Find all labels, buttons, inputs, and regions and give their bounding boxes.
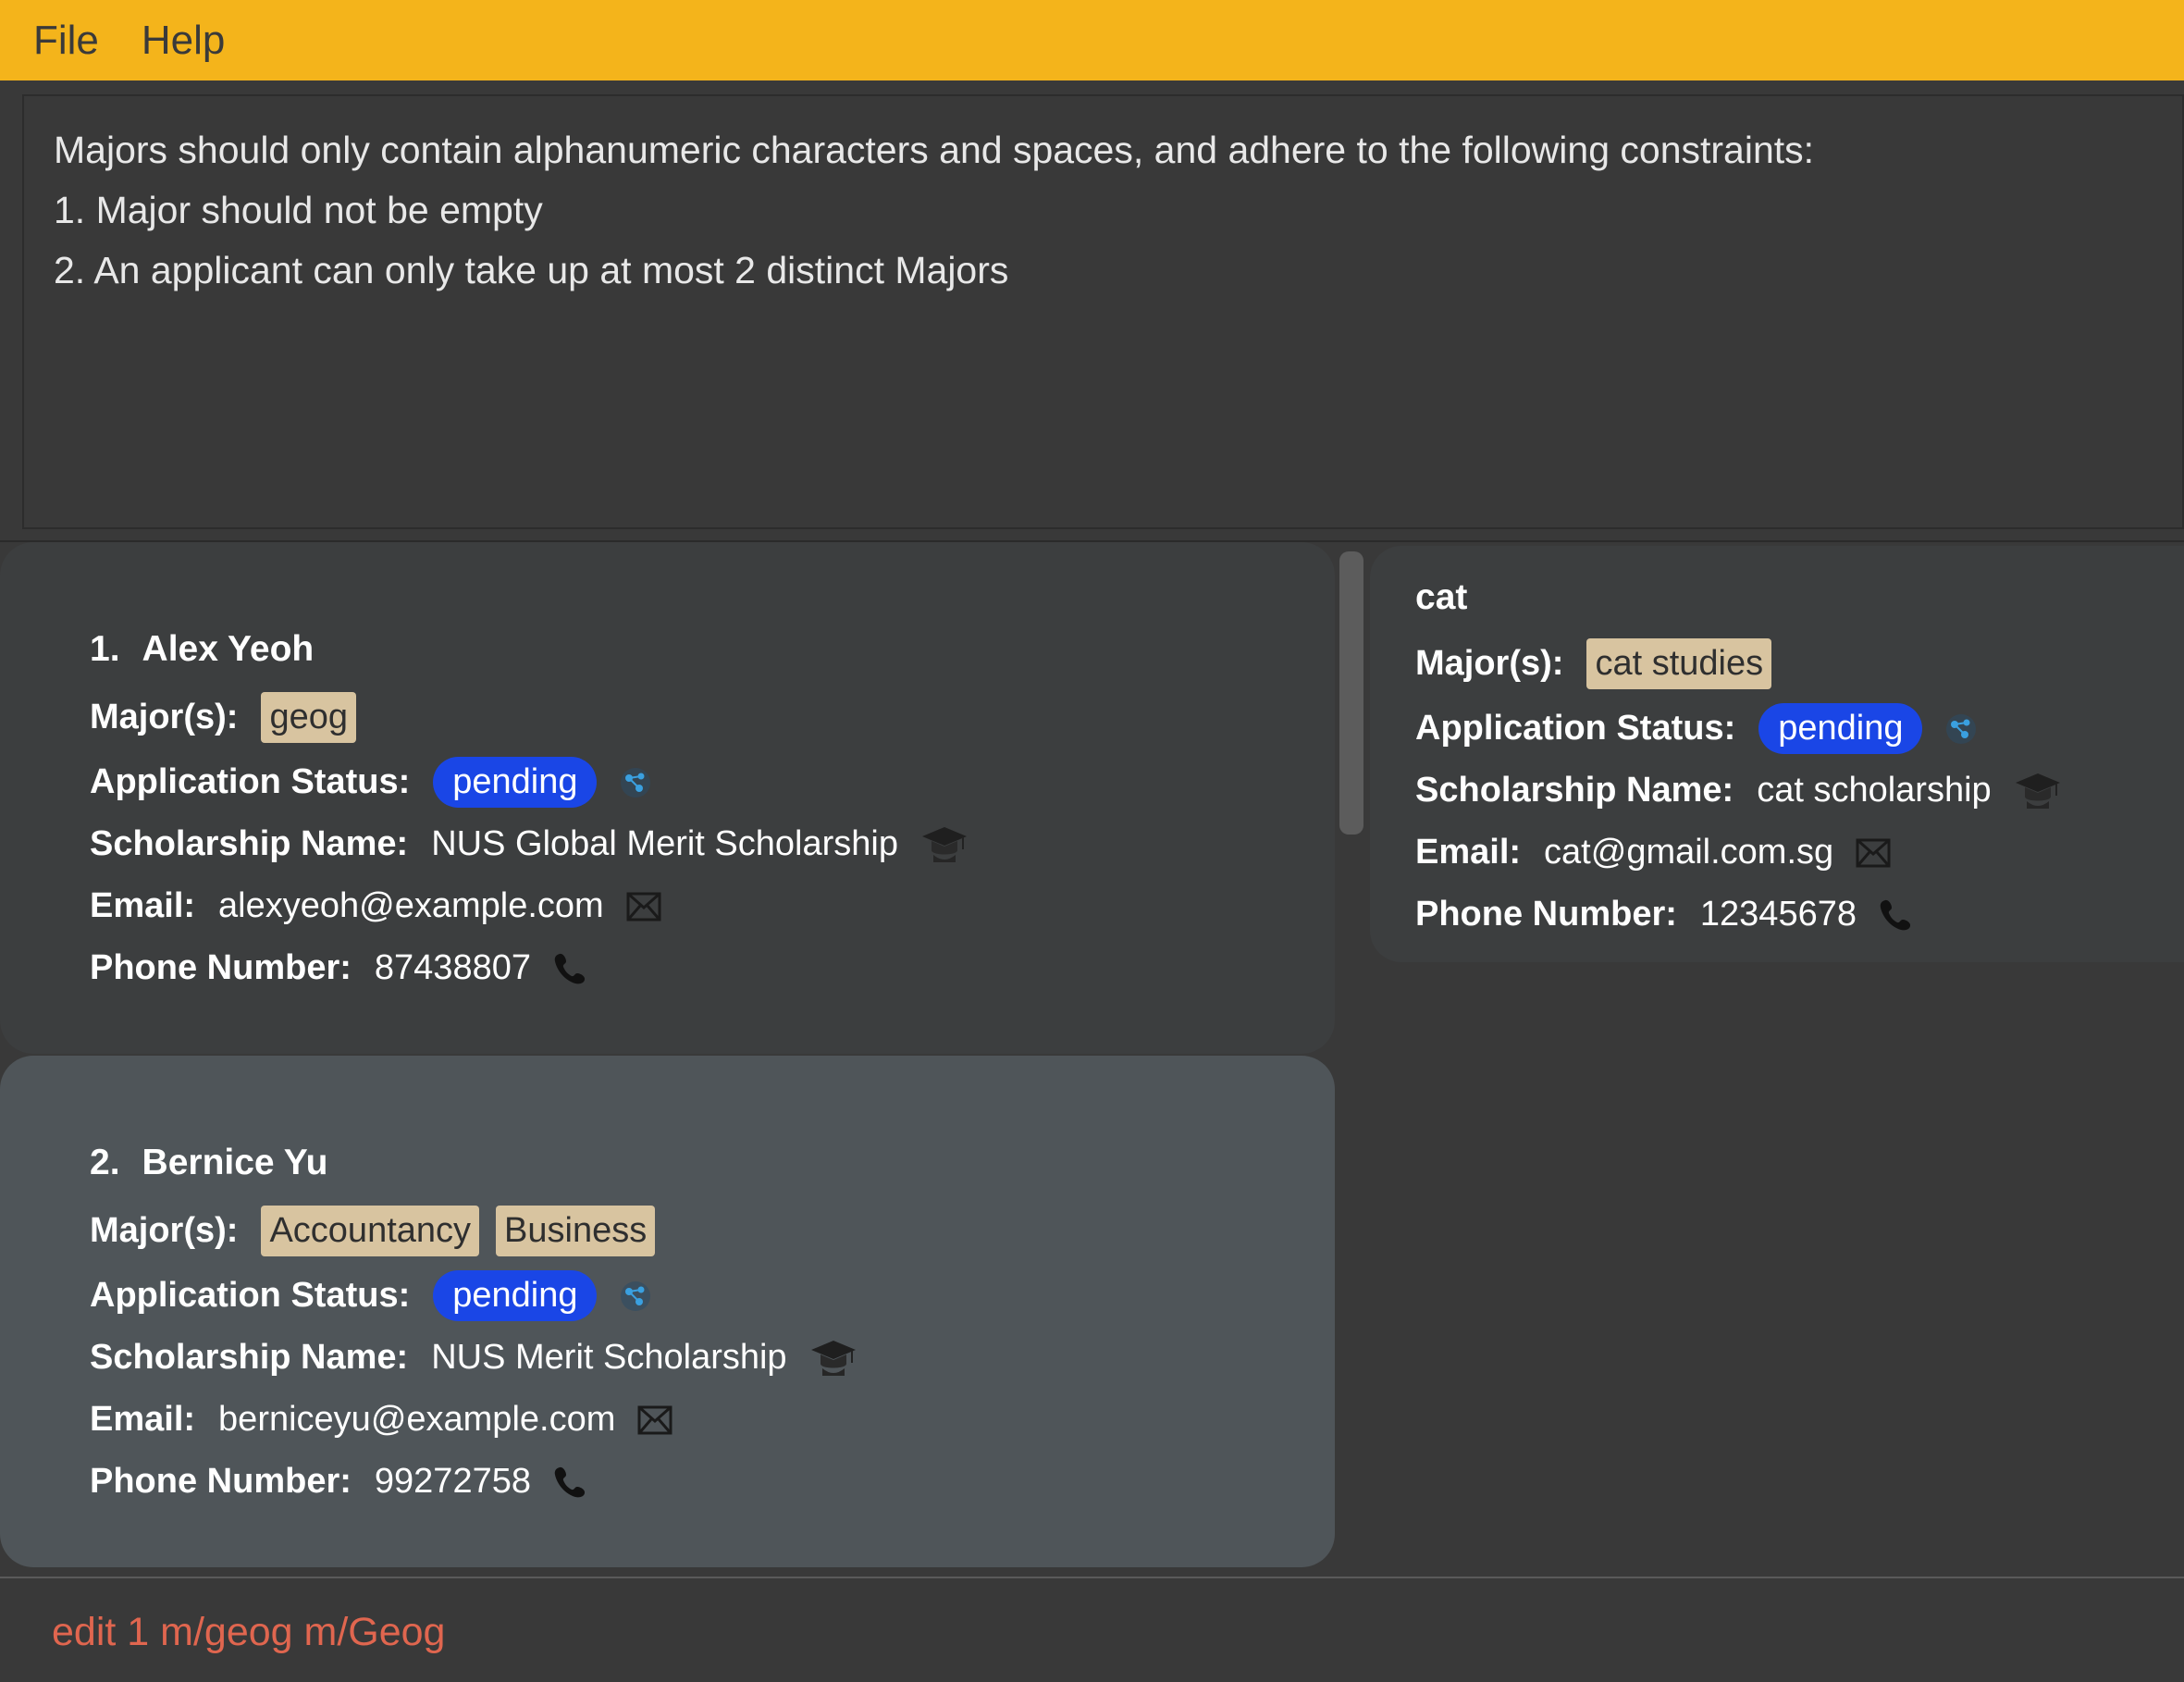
major-label: Major(s): <box>1415 643 1564 683</box>
major-tag: Accountancy <box>261 1205 480 1256</box>
result-line: 2. An applicant can only take up at most… <box>54 249 1009 291</box>
network-nodes-icon <box>619 766 652 799</box>
phone-icon <box>553 951 586 986</box>
envelope-icon <box>626 891 661 922</box>
scholarship-value: NUS Global Merit Scholarship <box>431 824 898 863</box>
major-row: Major(s): cat studies <box>1415 629 2184 698</box>
command-text: edit 1 m/geog m/Geog <box>52 1610 446 1654</box>
email-value: berniceyu@example.com <box>218 1400 616 1439</box>
graduation-cap-icon <box>920 822 969 868</box>
list-scrollbar[interactable] <box>1339 551 1363 835</box>
scholarship-label: Scholarship Name: <box>90 824 409 863</box>
applicant-card[interactable]: 2. Bernice Yu Major(s): Accountancy Busi… <box>0 1056 1335 1567</box>
status-label: Application Status: <box>90 1276 411 1315</box>
major-tag: cat studies <box>1586 637 1772 689</box>
email-value: alexyeoh@example.com <box>218 886 604 925</box>
email-label: Email: <box>90 1400 196 1439</box>
status-label: Application Status: <box>90 762 411 801</box>
command-input[interactable]: edit 1 m/geog m/Geog <box>22 1588 2184 1682</box>
phone-value: 99272758 <box>374 1462 531 1501</box>
phone-value: 12345678 <box>1699 895 1857 934</box>
applicant-list: 1. Alex Yeoh Major(s): geog Application … <box>0 542 1335 1573</box>
phone-label: Phone Number: <box>1415 895 1677 934</box>
scholarship-label: Scholarship Name: <box>90 1338 409 1377</box>
major-label: Major(s): <box>90 697 239 736</box>
major-row: Major(s): geog <box>90 683 1335 751</box>
applicant-index: 2. <box>90 1143 120 1182</box>
result-line: 1. Major should not be empty <box>54 189 543 231</box>
graduation-cap-icon <box>2014 768 2062 814</box>
scholarship-label: Scholarship Name: <box>1415 771 1734 810</box>
phone-row: Phone Number: 87438807 <box>90 937 1335 999</box>
status-row: Application Status: pending <box>90 1265 1335 1327</box>
status-badge: pending <box>1758 703 1923 754</box>
scholarship-row: Scholarship Name: NUS Merit Scholarship <box>90 1327 1335 1389</box>
app-window: File Help Majors should only contain alp… <box>0 0 2184 1682</box>
phone-icon <box>1879 897 1912 933</box>
email-value: cat@gmail.com.sg <box>1544 833 1834 872</box>
scholarship-row: Scholarship Name: cat scholarship <box>1415 760 2184 822</box>
phone-value: 87438807 <box>374 948 531 987</box>
result-line: Majors should only contain alphanumeric … <box>54 129 1815 171</box>
menu-help[interactable]: Help <box>142 18 226 64</box>
network-nodes-icon <box>619 1280 652 1313</box>
applicant-title: 1. Alex Yeoh <box>90 622 1335 677</box>
applicant-name: Alex Yeoh <box>142 629 315 669</box>
network-nodes-icon <box>1944 712 1978 746</box>
status-badge: pending <box>433 757 598 808</box>
phone-row: Phone Number: 99272758 <box>90 1451 1335 1513</box>
email-row: Email: alexyeoh@example.com <box>90 875 1335 937</box>
menu-file[interactable]: File <box>33 18 99 64</box>
status-badge: pending <box>433 1270 598 1321</box>
email-row: Email: cat@gmail.com.sg <box>1415 822 2184 884</box>
status-row: Application Status: pending <box>1415 698 2184 760</box>
phone-label: Phone Number: <box>90 948 352 987</box>
menu-bar: File Help <box>0 0 2184 80</box>
major-tag: geog <box>261 691 356 743</box>
applicant-title: 2. Bernice Yu <box>90 1135 1335 1191</box>
phone-row: Phone Number: 12345678 <box>1415 884 2184 946</box>
status-row: Application Status: pending <box>90 751 1335 813</box>
major-label: Major(s): <box>90 1210 239 1250</box>
major-tag: Business <box>496 1205 656 1256</box>
scholarship-value: cat scholarship <box>1757 771 1992 810</box>
major-row: Major(s): Accountancy Business <box>90 1196 1335 1265</box>
applicant-index: 1. <box>90 629 120 669</box>
envelope-icon <box>1856 837 1891 869</box>
envelope-icon <box>637 1404 672 1436</box>
applicant-detail-card: cat Major(s): cat studies Application St… <box>1370 546 2184 962</box>
scholarship-value: NUS Merit Scholarship <box>431 1338 787 1377</box>
phone-icon <box>553 1465 586 1500</box>
graduation-cap-icon <box>809 1335 858 1381</box>
detail-name: cat <box>1415 577 1468 617</box>
applicant-card[interactable]: 1. Alex Yeoh Major(s): geog Application … <box>0 542 1335 1054</box>
applicant-name: Bernice Yu <box>142 1143 328 1182</box>
status-label: Application Status: <box>1415 709 1736 748</box>
email-row: Email: berniceyu@example.com <box>90 1389 1335 1451</box>
email-label: Email: <box>90 886 196 925</box>
result-display[interactable]: Majors should only contain alphanumeric … <box>22 94 2184 529</box>
divider <box>0 1577 2184 1578</box>
email-label: Email: <box>1415 833 1522 872</box>
phone-label: Phone Number: <box>90 1462 352 1501</box>
scholarship-row: Scholarship Name: NUS Global Merit Schol… <box>90 813 1335 875</box>
